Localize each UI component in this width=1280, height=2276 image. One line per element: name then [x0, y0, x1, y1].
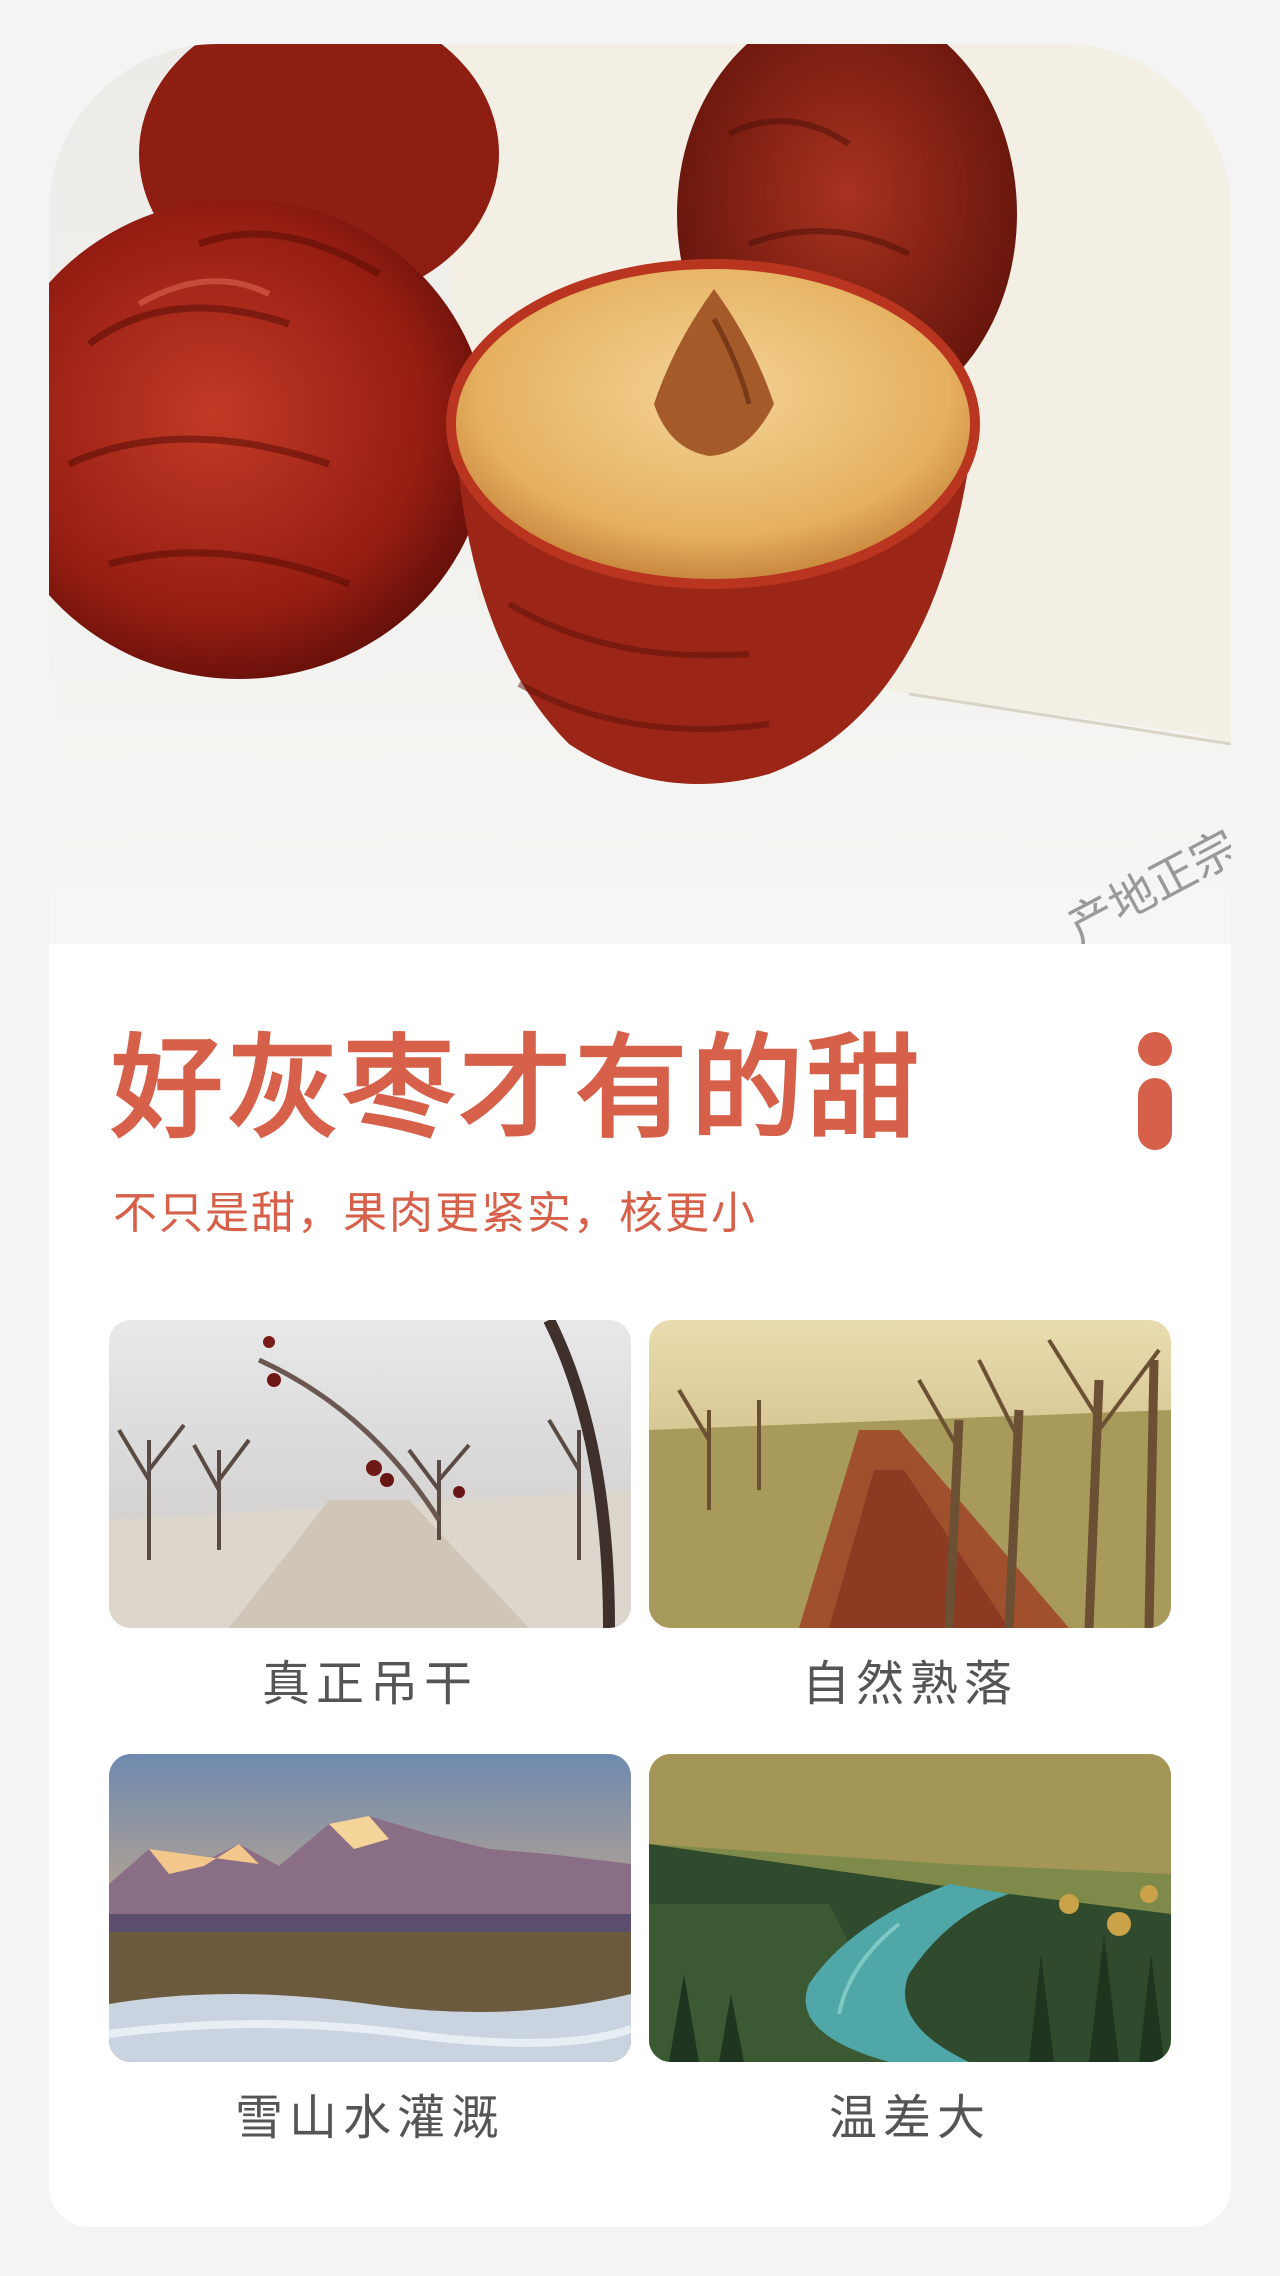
- info-icon[interactable]: [1138, 1032, 1172, 1150]
- page-subtitle: 不只是甜，果肉更紧实，核更小: [113, 1188, 757, 1239]
- feature-label-temperature-difference: 温差大: [828, 2090, 991, 2146]
- feature-image-temperature-difference: [649, 1754, 1171, 2062]
- feature-label-hanging-dried: 真正吊干: [261, 1656, 478, 1712]
- product-card: 产地正宗 好灰枣才有的甜 不只是甜，果肉更紧实，核更小 真正吊干 自然熟落 雪山…: [49, 44, 1231, 2227]
- feature-label-snow-water: 雪山水灌溉: [234, 2090, 505, 2146]
- feature-image-hanging-dried: [109, 1320, 631, 1628]
- feature-image-natural-fall: [649, 1320, 1171, 1628]
- page-title: 好灰枣才有的甜: [111, 1024, 923, 1154]
- hero-image: 产地正宗: [49, 44, 1231, 944]
- feature-image-snow-water: [109, 1754, 631, 2062]
- feature-label-natural-fall: 自然熟落: [801, 1656, 1018, 1712]
